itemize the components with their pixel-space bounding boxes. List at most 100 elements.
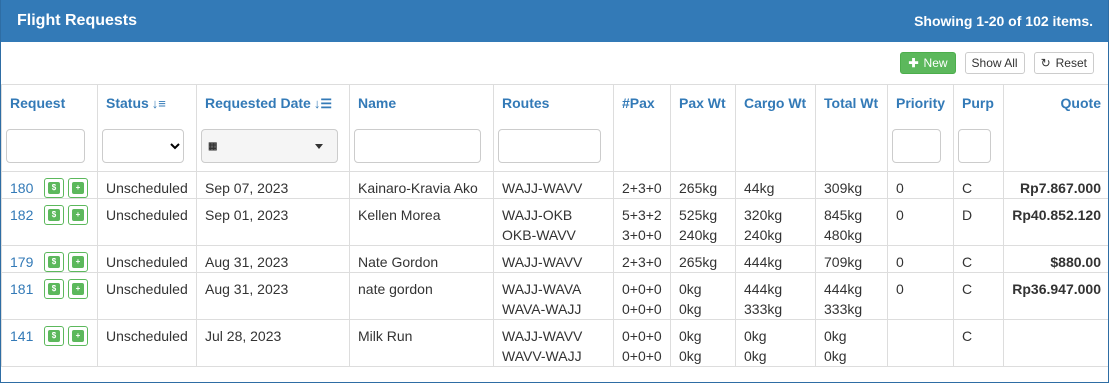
calendar-plus-icon[interactable]: + <box>68 178 88 198</box>
status-cell: Unscheduled <box>97 198 197 246</box>
request-id-link[interactable]: 180 <box>10 178 44 198</box>
name-cell: Kainaro-Kravia Ako <box>349 171 494 199</box>
status-cell: Unscheduled <box>97 245 197 273</box>
total-wt-cell: 0kg 0kg <box>815 319 888 367</box>
route-line: WAJJ-WAVV <box>502 254 583 270</box>
route-line: WAJJ-OKB <box>502 207 573 223</box>
date-cell: Aug 31, 2023 <box>196 272 350 320</box>
total-wt-line: 480kg <box>824 227 863 243</box>
pax-wt-cell: 0kg 0kg <box>670 319 736 367</box>
cargo-wt-line: 44kg <box>744 180 775 196</box>
request-id-link[interactable]: 181 <box>10 279 44 299</box>
total-wt-line: 0kg <box>824 328 847 344</box>
priority-cell: 0 <box>887 272 954 320</box>
quote-cell <box>1003 319 1108 367</box>
col-pax-wt-label[interactable]: Pax Wt <box>679 95 726 111</box>
pax-wt-line: 240kg <box>679 227 718 243</box>
pax-wt-line: 265kg <box>679 254 718 270</box>
cargo-wt-cell: 0kg 0kg <box>735 319 816 367</box>
request-id-link[interactable]: 141 <box>10 326 44 346</box>
name-cell: Nate Gordon <box>349 245 494 273</box>
date-filter-picker[interactable]: ▦ <box>201 129 338 163</box>
date-cell: Sep 01, 2023 <box>196 198 350 246</box>
file-icon[interactable]: $ <box>44 279 64 299</box>
file-icon[interactable]: $ <box>44 205 64 225</box>
pax-wt-line: 265kg <box>679 180 718 196</box>
file-icon[interactable]: $ <box>44 326 64 346</box>
col-requested-date[interactable]: Requested Date ↓☰ ▦ <box>196 84 350 172</box>
total-wt-cell: 709kg <box>815 245 888 273</box>
route-line: WAVV-WAJJ <box>502 348 582 364</box>
file-icon[interactable]: $ <box>44 178 64 198</box>
quote-cell: Rp40.852.120 <box>1003 198 1108 246</box>
refresh-icon: ↻ <box>1040 56 1051 70</box>
col-cargo-wt[interactable]: Cargo Wt <box>735 84 816 172</box>
col-purp-label[interactable]: Purp <box>962 95 994 111</box>
pax-wt-line: 0kg <box>679 348 702 364</box>
total-wt-line: 709kg <box>824 254 863 270</box>
pax-line: 0+0+0 <box>622 301 662 317</box>
calendar-plus-icon[interactable]: + <box>68 252 88 272</box>
status-cell: Unscheduled <box>97 171 197 199</box>
request-id-link[interactable]: 182 <box>10 205 44 225</box>
request-filter-input[interactable] <box>6 129 85 163</box>
priority-filter-input[interactable] <box>892 129 941 163</box>
table-row: 180 $ + Unscheduled Sep 07, 2023 Kainaro… <box>1 171 1108 199</box>
col-pax[interactable]: #Pax <box>613 84 671 172</box>
col-total-wt[interactable]: Total Wt <box>815 84 888 172</box>
calendar-plus-icon[interactable]: + <box>68 326 88 346</box>
calendar-icon: ▦ <box>208 140 218 152</box>
file-icon[interactable]: $ <box>44 252 64 272</box>
chevron-down-icon <box>315 143 323 149</box>
col-routes[interactable]: Routes <box>493 84 614 172</box>
routes-cell: WAJJ-WAVV WAVV-WAJJ <box>493 319 614 367</box>
cargo-wt-cell: 444kg <box>735 245 816 273</box>
routes-cell: WAJJ-WAVV <box>493 245 614 273</box>
sort-numeric-asc-icon[interactable]: ↓≡ <box>152 96 166 111</box>
col-purp[interactable]: Purp <box>953 84 1004 172</box>
col-name-label[interactable]: Name <box>358 95 396 111</box>
col-priority-label[interactable]: Priority <box>896 95 945 111</box>
col-pax-label[interactable]: #Pax <box>622 95 655 111</box>
cargo-wt-cell: 320kg 240kg <box>735 198 816 246</box>
col-quote[interactable]: Quote <box>1003 84 1108 172</box>
cargo-wt-line: 0kg <box>744 328 767 344</box>
total-wt-line: 845kg <box>824 207 863 223</box>
pax-wt-line: 0kg <box>679 281 702 297</box>
col-name[interactable]: Name <box>349 84 494 172</box>
show-all-button[interactable]: Show All <box>964 52 1025 74</box>
pax-cell: 2+3+0 <box>613 171 671 199</box>
col-routes-label[interactable]: Routes <box>502 95 549 111</box>
status-filter-select[interactable] <box>102 129 184 163</box>
table-row: 182 $ + Unscheduled Sep 01, 2023 Kellen … <box>1 198 1108 246</box>
col-status[interactable]: Status ↓≡ <box>97 84 197 172</box>
col-quote-label[interactable]: Quote <box>1061 95 1101 111</box>
date-cell: Sep 07, 2023 <box>196 171 350 199</box>
priority-cell: 0 <box>887 171 954 199</box>
col-pax-wt[interactable]: Pax Wt <box>670 84 736 172</box>
new-button[interactable]: ✚ New <box>900 52 956 74</box>
pax-wt-line: 0kg <box>679 301 702 317</box>
status-cell: Unscheduled <box>97 272 197 320</box>
routes-filter-input[interactable] <box>498 129 601 163</box>
purp-filter-input[interactable] <box>958 129 991 163</box>
col-request-label[interactable]: Request <box>10 95 65 111</box>
col-priority[interactable]: Priority <box>887 84 954 172</box>
cargo-wt-line: 333kg <box>744 301 783 317</box>
col-cargo-wt-label[interactable]: Cargo Wt <box>744 95 806 111</box>
priority-cell: 0 <box>887 198 954 246</box>
request-id-link[interactable]: 179 <box>10 252 44 272</box>
col-requested-date-label[interactable]: Requested Date <box>205 95 311 111</box>
col-request[interactable]: Request <box>1 84 98 172</box>
flight-requests-panel: Flight Requests Showing 1-20 of 102 item… <box>0 0 1109 383</box>
col-total-wt-label[interactable]: Total Wt <box>824 95 878 111</box>
calendar-plus-icon[interactable]: + <box>68 279 88 299</box>
pax-line: 0+0+0 <box>622 328 662 344</box>
priority-cell: 0 <box>887 245 954 273</box>
cargo-wt-line: 240kg <box>744 227 783 243</box>
sort-amount-desc-icon[interactable]: ↓☰ <box>314 96 332 111</box>
reset-button[interactable]: ↻ Reset <box>1033 52 1094 74</box>
name-filter-input[interactable] <box>354 129 481 163</box>
col-status-label[interactable]: Status <box>106 95 149 111</box>
calendar-plus-icon[interactable]: + <box>68 205 88 225</box>
